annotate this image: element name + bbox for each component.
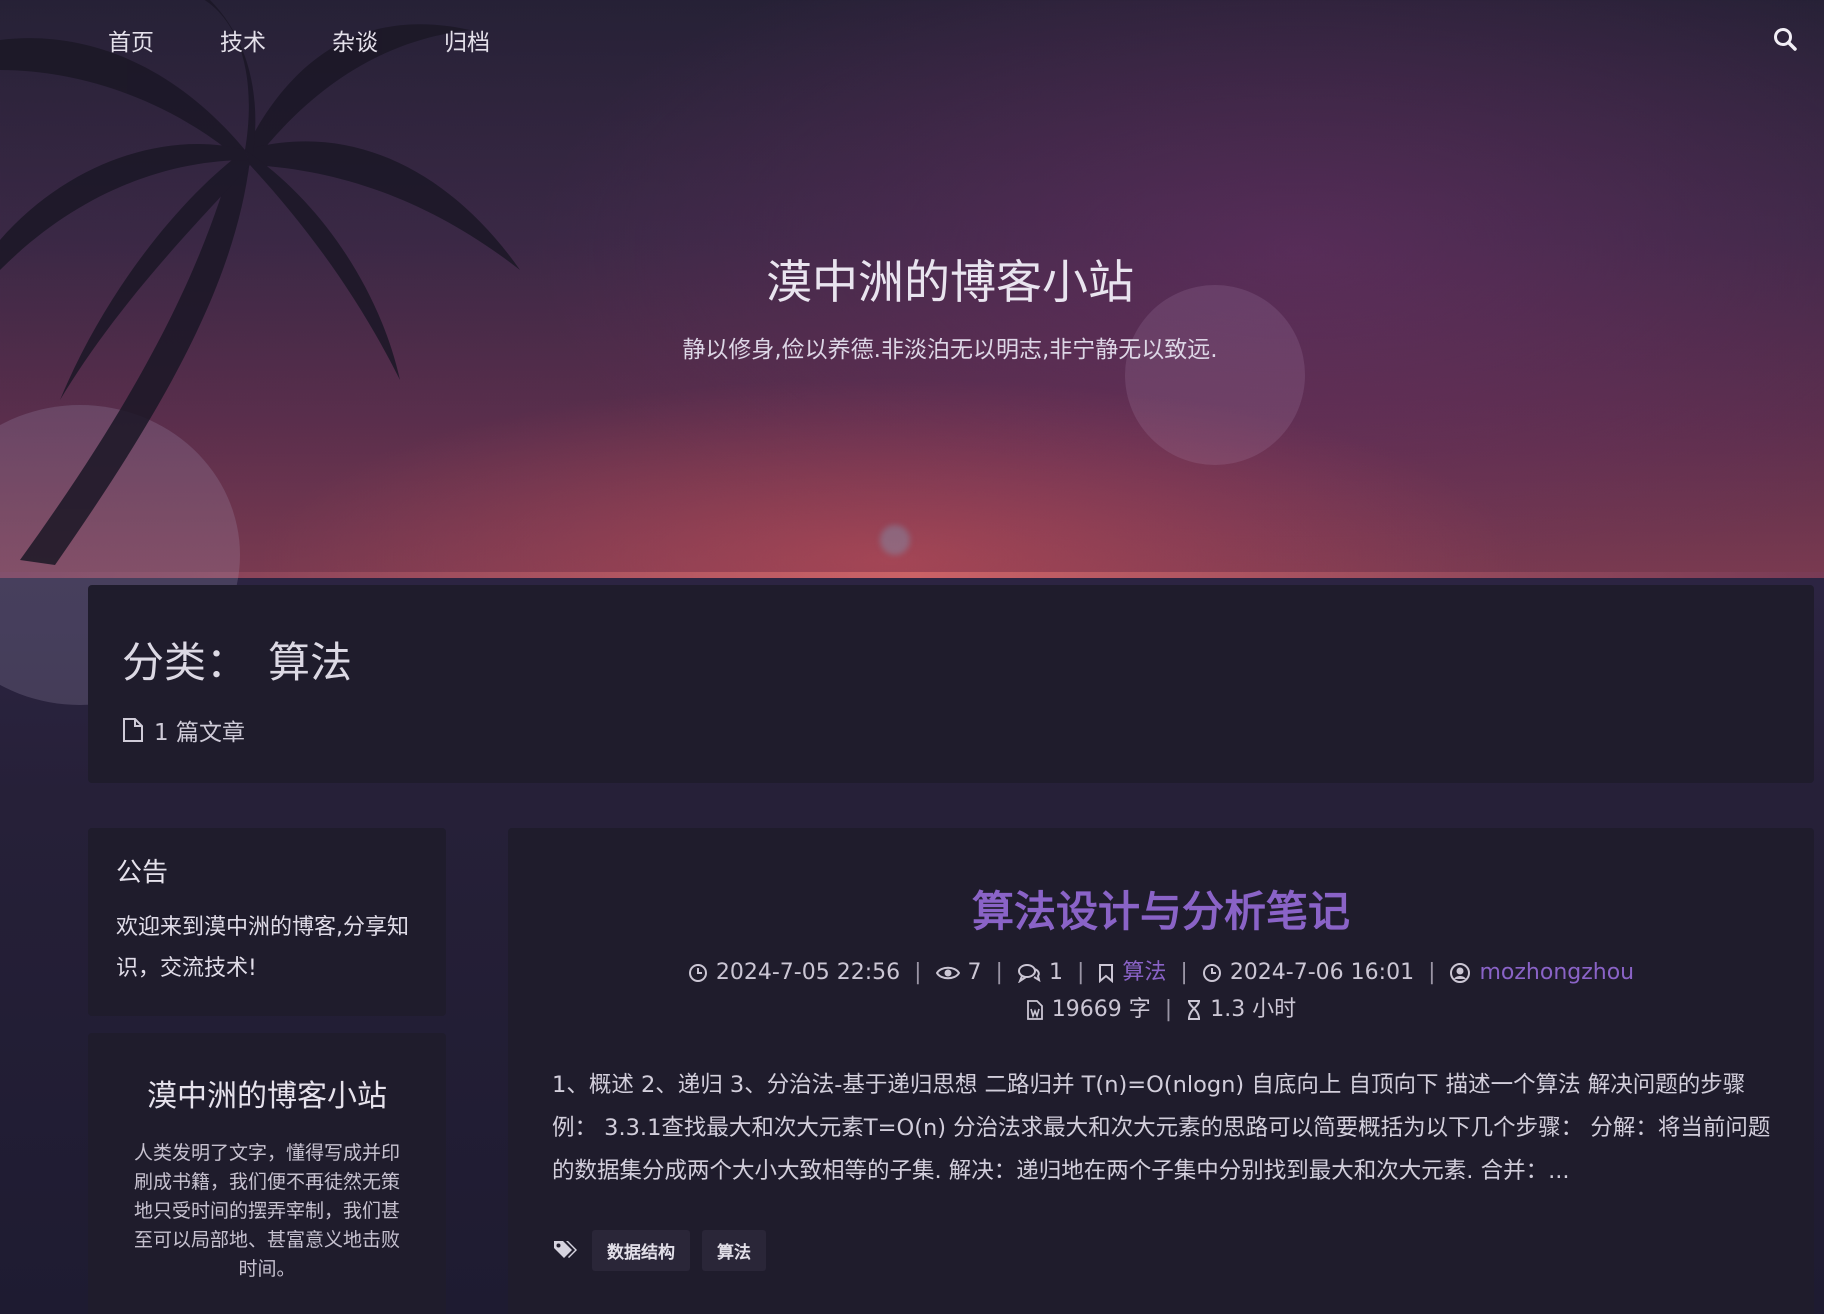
bookmark-icon [1099,963,1114,983]
site-subtitle: 静以修身,俭以养德.非淡泊无以明志,非宁静无以致远. [682,337,1218,363]
created-date: 2024-7-05 22:56 [715,960,901,985]
decorative-circle-right [1125,285,1305,465]
post-count-text: 1 篇文章 [154,720,245,746]
post-excerpt: 1、概述 2、递归 3、分治法-基于递归思想 二路归并 T(n)=O(nlogn… [552,1072,1771,1184]
meta-row-primary: 2024-7-05 22:56 | 7 | 1 | 算法 | 2024-7-06… [508,954,1814,991]
top-nav: 首页 技术 杂谈 归档 [0,0,1824,80]
word-file-icon [1026,999,1043,1020]
updated-date: 2024-7-06 16:01 [1229,960,1415,985]
tag-data-structure[interactable]: 数据结构 [592,1230,690,1271]
nav-links: 首页 技术 杂谈 归档 [108,23,556,57]
category-header-card: 分类： 算法 1 篇文章 [88,585,1814,783]
category-post-count: 1 篇文章 [122,713,245,747]
tags-icon [554,1240,577,1258]
search-icon[interactable] [1772,26,1802,56]
nav-item-archive[interactable]: 归档 [444,23,490,57]
post-card: 算法设计与分析笔记 2024-7-05 22:56 | 7 | 1 | 算法 |… [508,828,1814,1314]
eye-icon [935,966,960,979]
tag-algorithm[interactable]: 算法 [702,1230,766,1271]
clock-icon [1202,963,1221,982]
user-icon [1450,962,1471,983]
hourglass-icon [1188,999,1201,1020]
word-count: 19669 字 [1051,997,1151,1022]
comment-count: 1 [1048,960,1063,985]
meta-reading-time: 1.3 小时 [1186,991,1296,1028]
view-count: 7 [967,960,982,985]
site-title: 漠中洲的博客小站 [766,255,1134,309]
category-label: 分类： [122,638,249,687]
profile-title: 漠中洲的博客小站 [147,1079,387,1114]
author-link[interactable]: mozhongzhou [1479,954,1634,991]
meta-row-secondary: 19669 字 | 1.3 小时 [508,991,1814,1028]
meta-category: 算法 [1098,954,1166,991]
post-title-link[interactable]: 算法设计与分析笔记 [508,878,1814,939]
sun-glow [880,525,910,555]
comments-icon [1017,963,1041,983]
meta-views: 7 [935,954,982,991]
nav-item-talk[interactable]: 杂谈 [332,23,378,57]
horizon-glow [0,572,1824,578]
post-meta: 2024-7-05 22:56 | 7 | 1 | 算法 | 2024-7-06… [508,954,1814,1028]
notice-title: 公告 [116,858,169,888]
meta-comments: 1 [1017,954,1063,991]
reading-time: 1.3 小时 [1210,997,1297,1022]
meta-created: 2024-7-05 22:56 [688,954,900,991]
category-title: 分类： 算法 [122,629,352,690]
profile-text: 人类发明了文字，懂得写成并印刷成书籍，我们便不再徒然无策地只受时间的摆弄宰制，我… [133,1142,400,1280]
nav-item-home[interactable]: 首页 [108,23,154,57]
meta-updated: 2024-7-06 16:01 [1202,954,1414,991]
category-link[interactable]: 算法 [1122,954,1166,991]
category-name: 算法 [268,638,353,687]
profile-card: 漠中洲的博客小站 人类发明了文字，懂得写成并印刷成书籍，我们便不再徒然无策地只受… [88,1033,446,1314]
post-tags: 数据结构 算法 [552,1230,766,1271]
nav-item-tech[interactable]: 技术 [220,23,266,57]
file-icon [123,718,143,742]
notice-text: 欢迎来到漠中洲的博客,分享知识，交流技术! [116,915,409,981]
meta-author: mozhongzhou [1449,954,1634,991]
meta-words: 19669 字 [1026,991,1151,1028]
clock-icon [688,963,707,982]
notice-card: 公告 欢迎来到漠中洲的博客,分享知识，交流技术! [88,828,446,1016]
